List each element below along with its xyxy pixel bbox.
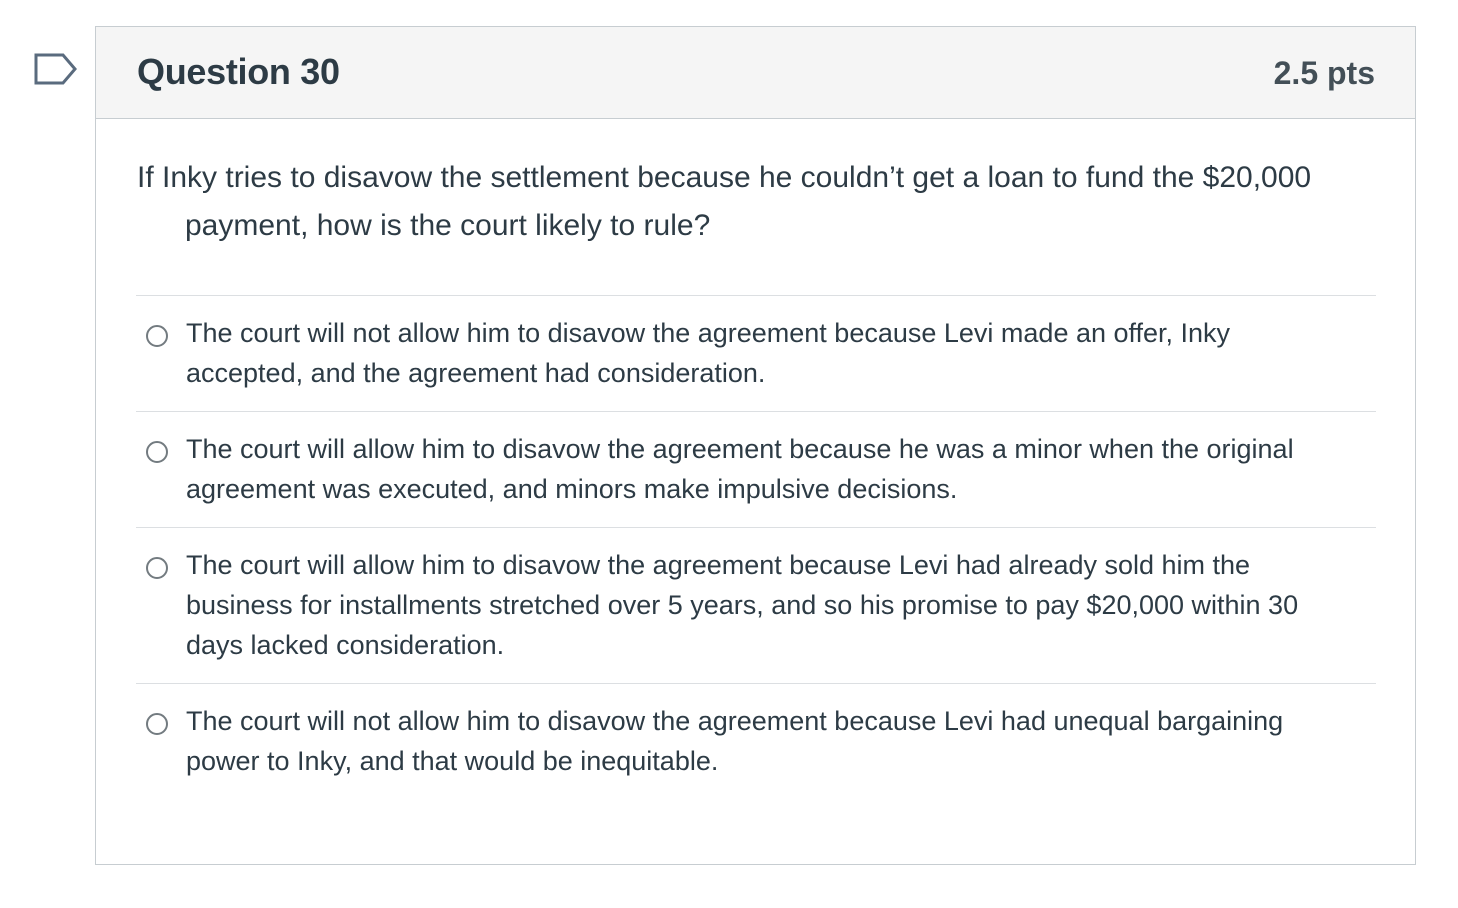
question-title: Question 30	[137, 51, 340, 92]
answer-label[interactable]: The court will not allow him to disavow …	[186, 313, 1346, 393]
radio-button[interactable]	[146, 713, 168, 735]
flag-question-icon[interactable]	[34, 53, 78, 87]
question-text: If Inky tries to disavow the settlement …	[137, 161, 1312, 242]
answer-option-2[interactable]: The court will allow him to disavow the …	[136, 411, 1376, 527]
radio-button[interactable]	[146, 325, 168, 347]
answer-list: The court will not allow him to disavow …	[136, 295, 1376, 799]
answer-label[interactable]: The court will not allow him to disavow …	[186, 701, 1346, 781]
answer-option-1[interactable]: The court will not allow him to disavow …	[136, 295, 1376, 411]
question-points: 2.5 pts	[1273, 55, 1375, 91]
radio-button[interactable]	[146, 557, 168, 579]
answer-option-4[interactable]: The court will not allow him to disavow …	[136, 683, 1376, 799]
question-header: Question 30 2.5 pts	[96, 27, 1415, 119]
answer-label[interactable]: The court will allow him to disavow the …	[186, 429, 1346, 509]
radio-button[interactable]	[146, 441, 168, 463]
answer-option-3[interactable]: The court will allow him to disavow the …	[136, 527, 1376, 683]
answer-label[interactable]: The court will allow him to disavow the …	[186, 545, 1346, 665]
